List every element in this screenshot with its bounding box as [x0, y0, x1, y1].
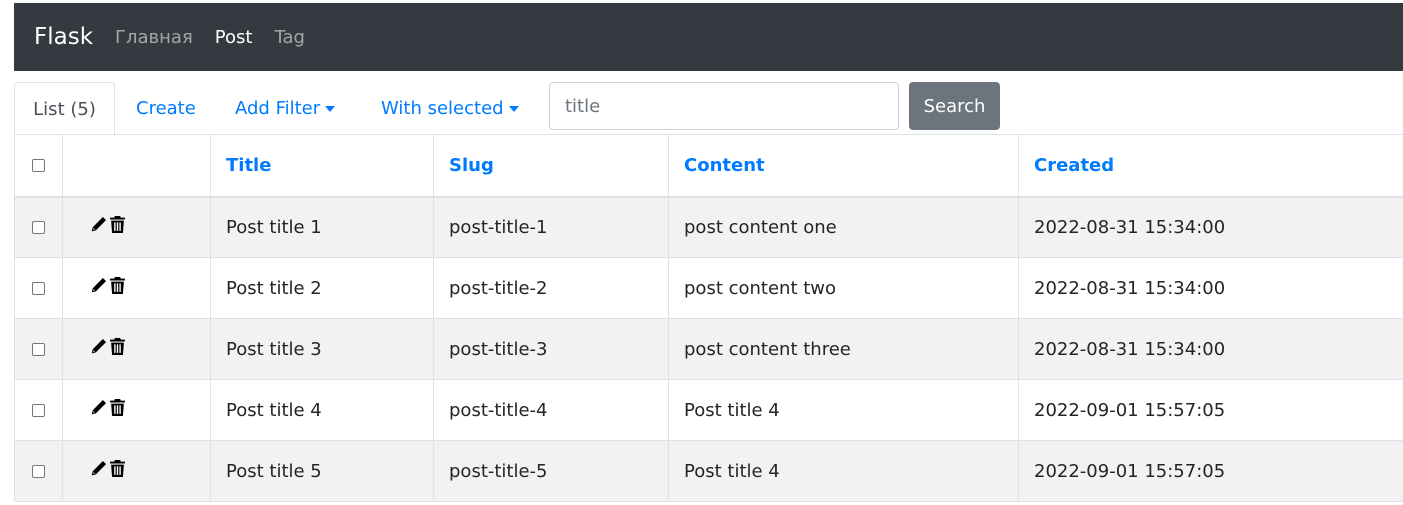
- cell-created: 2022-09-01 15:57:05: [1018, 379, 1403, 441]
- cell-title: Post title 3: [210, 318, 434, 380]
- row-select-cell: [14, 440, 63, 502]
- column-header-created: Created: [1018, 134, 1403, 198]
- caret-down-icon: [508, 105, 519, 112]
- cell-content: Post title 4: [668, 379, 1019, 441]
- nav-link-post[interactable]: Post: [215, 27, 253, 48]
- search-button[interactable]: Search: [909, 82, 1000, 130]
- with-selected-label: With selected: [381, 98, 504, 119]
- row-select-cell: [14, 196, 63, 258]
- select-all-cell: [14, 134, 63, 198]
- column-header-content: Content: [668, 134, 1019, 198]
- tab-create[interactable]: Create: [136, 82, 196, 135]
- column-header-title: Title: [210, 134, 434, 198]
- pencil-icon[interactable]: [90, 338, 107, 360]
- sort-content-link[interactable]: Content: [684, 155, 765, 176]
- trash-icon[interactable]: [110, 277, 125, 299]
- row-actions: [62, 440, 211, 502]
- tab-list[interactable]: List (5): [14, 82, 115, 136]
- cell-content: post content two: [668, 257, 1019, 319]
- row-select-cell: [14, 257, 63, 319]
- trash-icon[interactable]: [110, 338, 125, 360]
- column-header-slug: Slug: [433, 134, 669, 198]
- cell-slug: post-title-5: [433, 440, 669, 502]
- pencil-icon[interactable]: [90, 277, 107, 299]
- row-select-cell: [14, 379, 63, 441]
- cell-slug: post-title-3: [433, 318, 669, 380]
- table-row: Post title 1 post-title-1 post content one…: [14, 196, 1403, 258]
- row-select-cell: [14, 318, 63, 380]
- pencil-icon[interactable]: [90, 460, 107, 482]
- trash-icon[interactable]: [110, 460, 125, 482]
- cell-created: 2022-08-31 15:34:00: [1018, 257, 1403, 319]
- row-checkbox[interactable]: [32, 343, 45, 356]
- cell-title: Post title 1: [210, 196, 434, 258]
- row-actions: [62, 257, 211, 319]
- cell-slug: post-title-2: [433, 257, 669, 319]
- row-checkbox[interactable]: [32, 465, 45, 478]
- cell-title: Post title 4: [210, 379, 434, 441]
- add-filter-label: Add Filter: [235, 98, 321, 119]
- with-selected-dropdown[interactable]: With selected: [381, 82, 519, 135]
- cell-slug: post-title-1: [433, 196, 669, 258]
- posts-table: Title Slug Content Created Post title 1p…: [14, 134, 1403, 502]
- sort-title-link[interactable]: Title: [226, 155, 271, 176]
- cell-slug: post-title-4: [433, 379, 669, 441]
- actions-header: [62, 134, 211, 198]
- table-row: Post title 3 post-title-3 post content thr…: [14, 318, 1403, 380]
- trash-icon[interactable]: [110, 216, 125, 238]
- table-row: Post title 2 post-title-2 post content two…: [14, 257, 1403, 319]
- table-row: Post title 5 post-title-5 Post title 4 2022…: [14, 440, 1403, 502]
- pencil-icon[interactable]: [90, 216, 107, 238]
- cell-content: post content three: [668, 318, 1019, 380]
- nav-link-tag[interactable]: Tag: [274, 27, 304, 48]
- cell-content: Post title 4: [668, 440, 1019, 502]
- cell-created: 2022-08-31 15:34:00: [1018, 196, 1403, 258]
- brand-logo[interactable]: Flask: [34, 24, 93, 50]
- row-actions: [62, 318, 211, 380]
- trash-icon[interactable]: [110, 399, 125, 421]
- select-all-checkbox[interactable]: [32, 159, 45, 173]
- cell-content: post content one: [668, 196, 1019, 258]
- sort-created-link[interactable]: Created: [1034, 155, 1114, 176]
- cell-created: 2022-08-31 15:34:00: [1018, 318, 1403, 380]
- row-checkbox[interactable]: [32, 282, 45, 295]
- cell-created: 2022-09-01 15:57:05: [1018, 440, 1403, 502]
- top-navbar: Flask Главная Post Tag: [14, 3, 1403, 71]
- table-row: Post title 4 post-title-4 Post title 4 2022…: [14, 379, 1403, 441]
- cell-title: Post title 5: [210, 440, 434, 502]
- add-filter-dropdown[interactable]: Add Filter: [235, 82, 336, 135]
- nav-link-home[interactable]: Главная: [115, 27, 193, 48]
- search-input[interactable]: [549, 82, 899, 130]
- row-actions: [62, 379, 211, 441]
- row-checkbox[interactable]: [32, 221, 45, 235]
- caret-down-icon: [325, 105, 336, 112]
- table-header-row: Title Slug Content Created: [14, 134, 1403, 198]
- cell-title: Post title 2: [210, 257, 434, 319]
- pencil-icon[interactable]: [90, 399, 107, 421]
- row-checkbox[interactable]: [32, 404, 45, 417]
- sort-slug-link[interactable]: Slug: [449, 155, 494, 176]
- row-actions: [62, 196, 211, 258]
